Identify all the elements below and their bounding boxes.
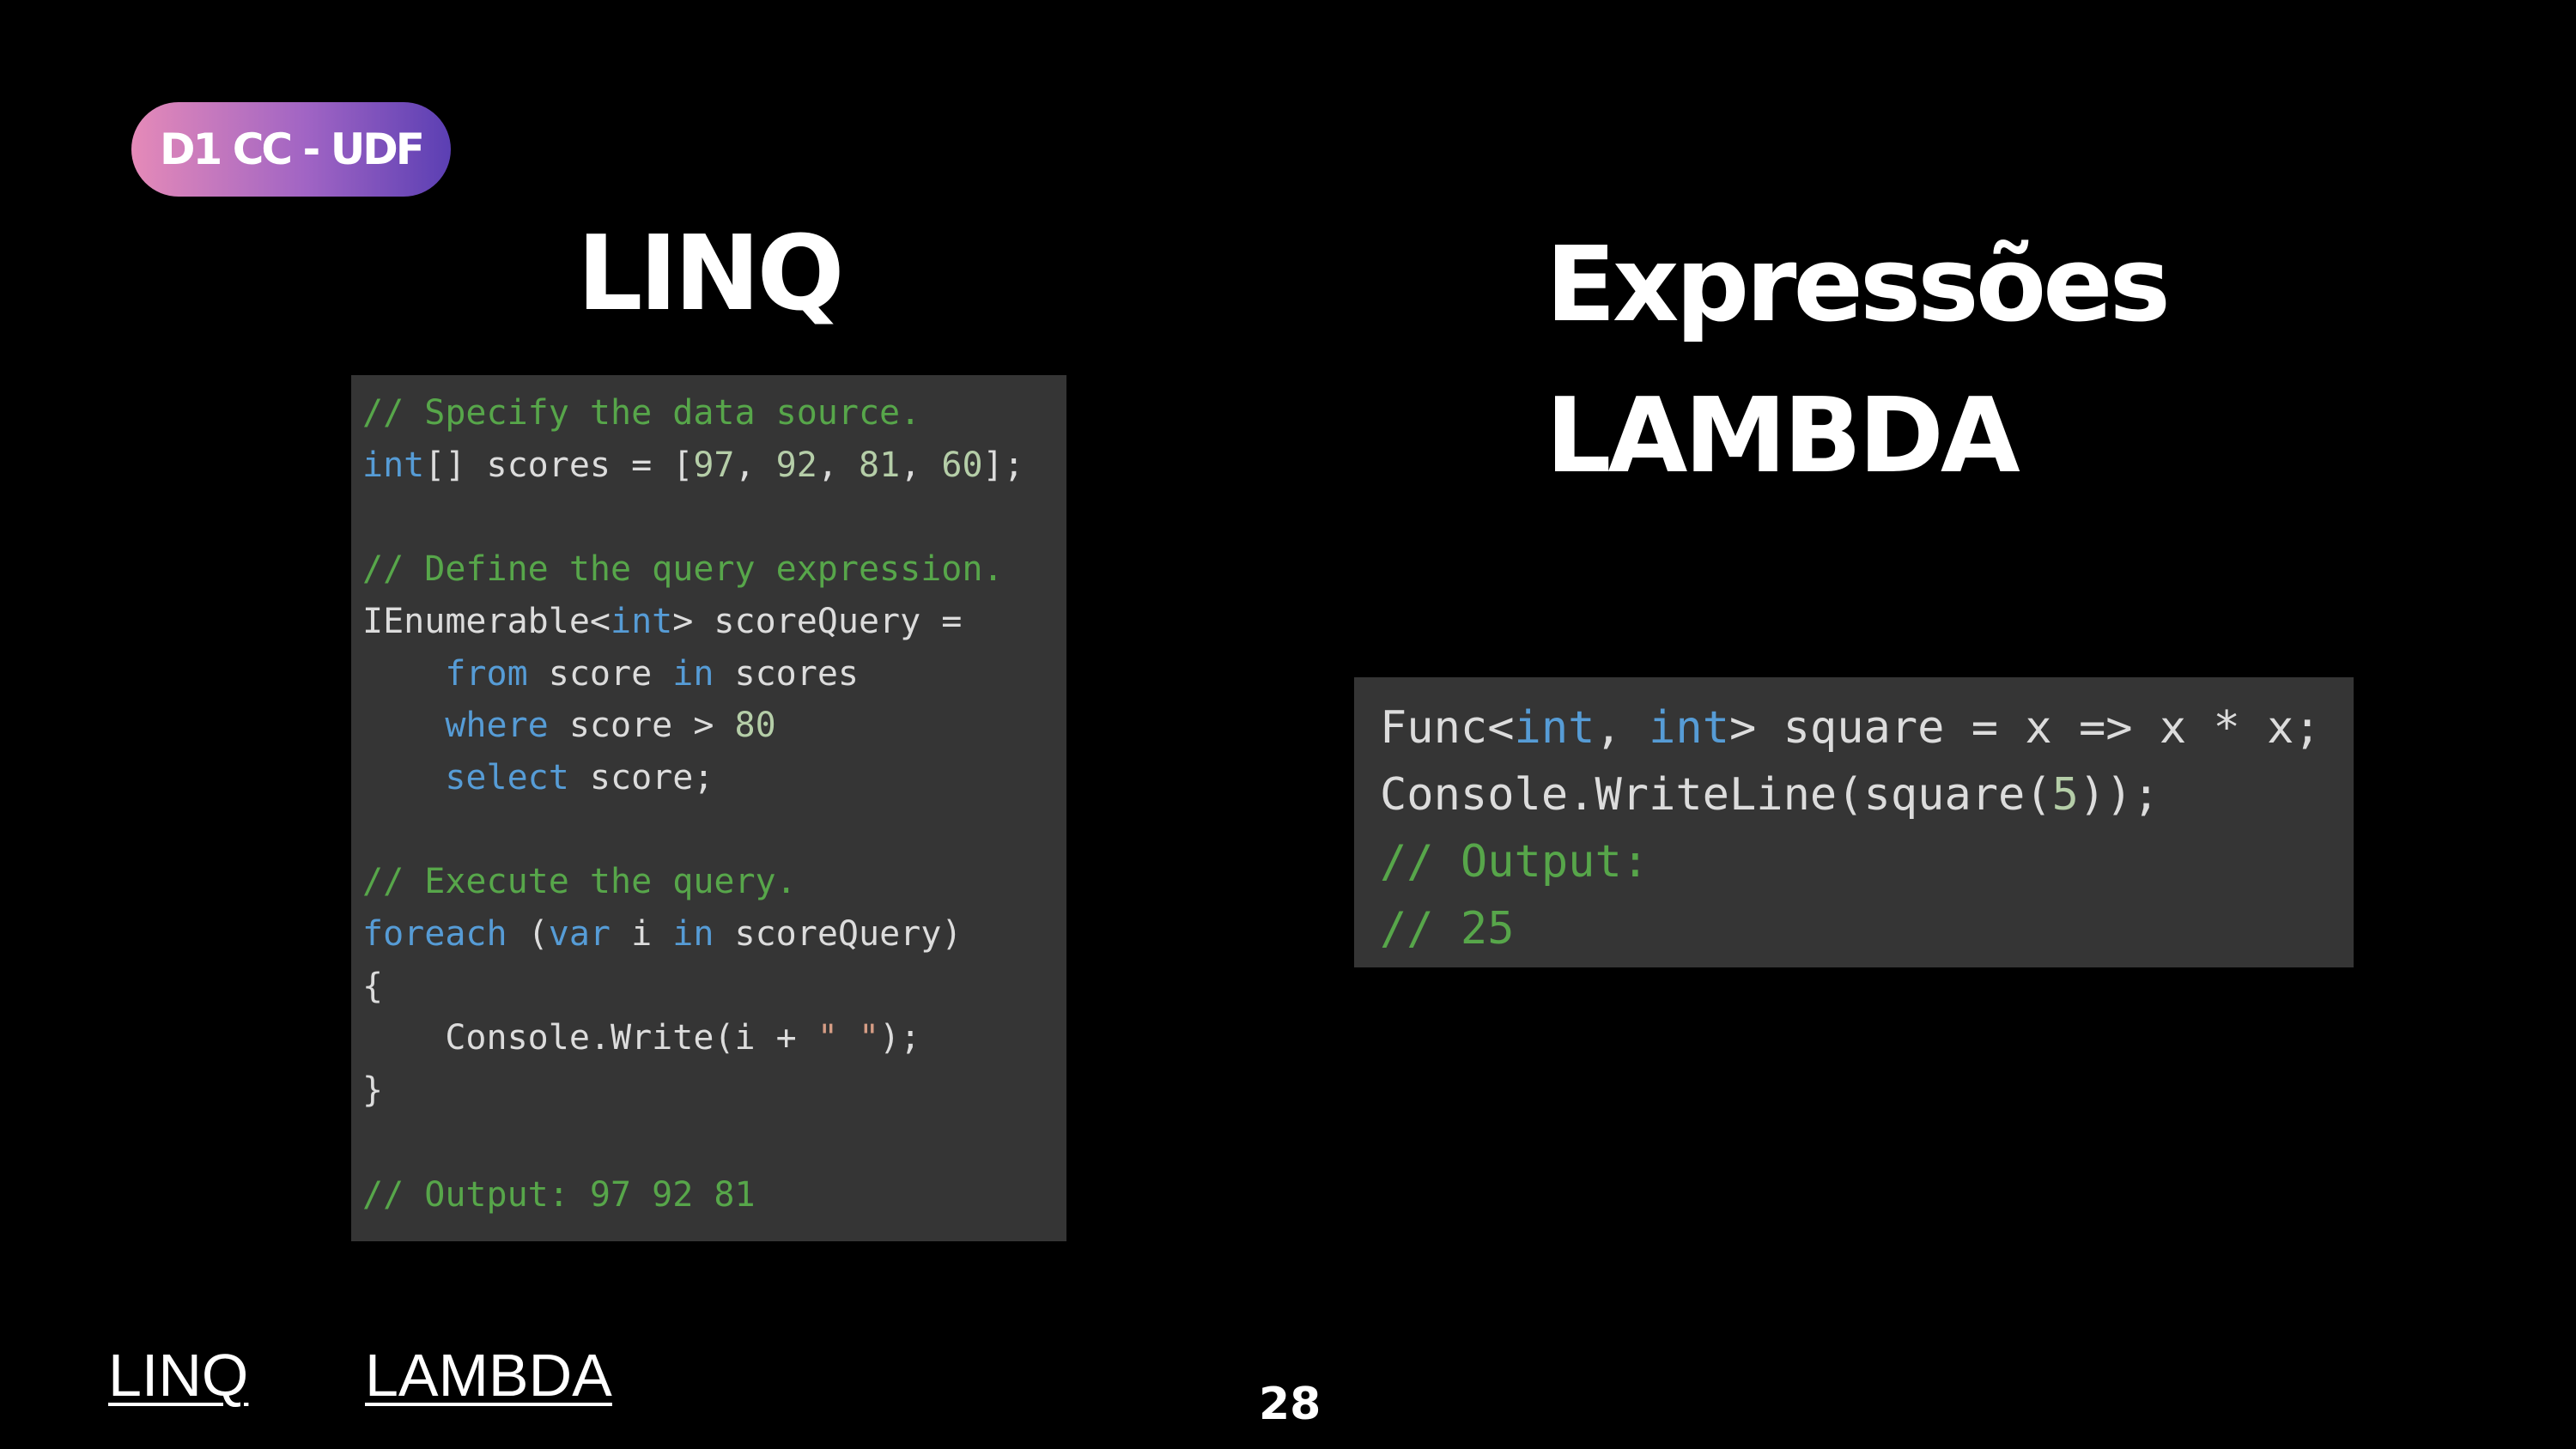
- code-token: ,: [734, 445, 776, 485]
- course-badge-label: D1 CC - UDF: [160, 124, 425, 174]
- code-token: " ": [817, 1018, 880, 1058]
- code-token: where: [445, 706, 549, 746]
- lambda-code-snippet: Func<int, int> square = x => x * x; Conso…: [1354, 677, 2354, 967]
- code-token: Console.Write(i +: [362, 1018, 817, 1058]
- code-token: score >: [548, 706, 735, 746]
- code-token: score;: [568, 757, 714, 797]
- code-line: // Execute the query.: [362, 856, 1066, 908]
- code-line: [362, 491, 1066, 543]
- lambda-title: Expressões LAMBDA: [1546, 210, 2171, 512]
- linq-link[interactable]: LINQ: [108, 1341, 248, 1410]
- code-token: > square = x => x * x;: [1729, 702, 2321, 754]
- lambda-title-line2: LAMBDA: [1546, 377, 2020, 496]
- code-token: // Execute the query.: [362, 862, 797, 902]
- code-token: int: [610, 601, 673, 641]
- code-line: int[] scores = [97, 92, 81, 60];: [362, 440, 1066, 492]
- code-line: from score in scores: [362, 648, 1066, 700]
- code-token: select: [445, 757, 569, 797]
- code-token: in: [672, 653, 714, 694]
- code-token: 80: [734, 706, 776, 746]
- code-token: 97: [693, 445, 735, 485]
- code-line: // Output: 97 92 81: [362, 1169, 1066, 1222]
- code-line: where score > 80: [362, 700, 1066, 752]
- code-token: scoreQuery): [714, 914, 963, 955]
- code-token: 60: [941, 445, 983, 485]
- code-token: i: [611, 914, 673, 955]
- code-token: ,: [1595, 702, 1649, 754]
- lambda-title-line1: Expressões: [1546, 226, 2171, 345]
- code-line: // 25: [1380, 895, 2354, 962]
- code-line: select score;: [362, 752, 1066, 804]
- code-line: {: [362, 961, 1066, 1013]
- code-token: 81: [859, 445, 901, 485]
- code-line: Console.Write(i + " ");: [362, 1012, 1066, 1064]
- code-token: in: [672, 914, 714, 955]
- code-token: Func<: [1380, 702, 1515, 754]
- code-token: > scoreQuery =: [672, 601, 963, 641]
- code-token: scores: [714, 653, 859, 694]
- code-token: Console.WriteLine(square(: [1380, 769, 2052, 821]
- page-number: 28: [1259, 1379, 1321, 1430]
- code-token: // 25: [1380, 903, 1515, 955]
- code-token: );: [879, 1018, 921, 1058]
- code-token: var: [548, 914, 611, 955]
- code-line: // Define the query expression.: [362, 543, 1066, 596]
- linq-code-snippet: // Specify the data source. int[] scores …: [351, 375, 1066, 1241]
- code-line: [362, 804, 1066, 857]
- code-token: ));: [2078, 769, 2160, 821]
- code-token: ];: [982, 445, 1024, 485]
- code-token: 92: [775, 445, 817, 485]
- course-badge: D1 CC - UDF: [131, 102, 451, 197]
- code-line: IEnumerable<int> scoreQuery =: [362, 596, 1066, 648]
- code-token: // Output: 97 92 81: [362, 1174, 756, 1215]
- code-token: (: [507, 914, 549, 955]
- code-token: // Define the query expression.: [362, 549, 1004, 590]
- code-token: // Specify the data source.: [362, 393, 921, 433]
- code-line: Console.WriteLine(square(5));: [1380, 761, 2354, 828]
- code-token: ,: [900, 445, 942, 485]
- code-token: foreach: [362, 914, 507, 955]
- code-line: // Output:: [1380, 828, 2354, 895]
- code-token: }: [362, 1070, 384, 1111]
- code-token: // Output:: [1380, 836, 1649, 888]
- code-token: int: [1649, 702, 1730, 754]
- code-line: foreach (var i in scoreQuery): [362, 908, 1066, 961]
- code-token: {: [362, 966, 384, 1006]
- code-line: Func<int, int> square = x => x * x;: [1380, 694, 2354, 761]
- code-line: }: [362, 1064, 1066, 1117]
- code-token: IEnumerable<: [362, 601, 611, 641]
- code-token: from: [445, 653, 528, 694]
- linq-title: LINQ: [577, 215, 845, 334]
- code-token: [] scores = [: [424, 445, 694, 485]
- code-line: // Specify the data source.: [362, 387, 1066, 440]
- code-token: int: [362, 445, 425, 485]
- code-token: ,: [817, 445, 860, 485]
- code-token: 5: [2051, 769, 2079, 821]
- lambda-link[interactable]: LAMBDA: [365, 1341, 612, 1410]
- code-line: [362, 1117, 1066, 1169]
- code-token: int: [1514, 702, 1595, 754]
- code-token: score: [527, 653, 673, 694]
